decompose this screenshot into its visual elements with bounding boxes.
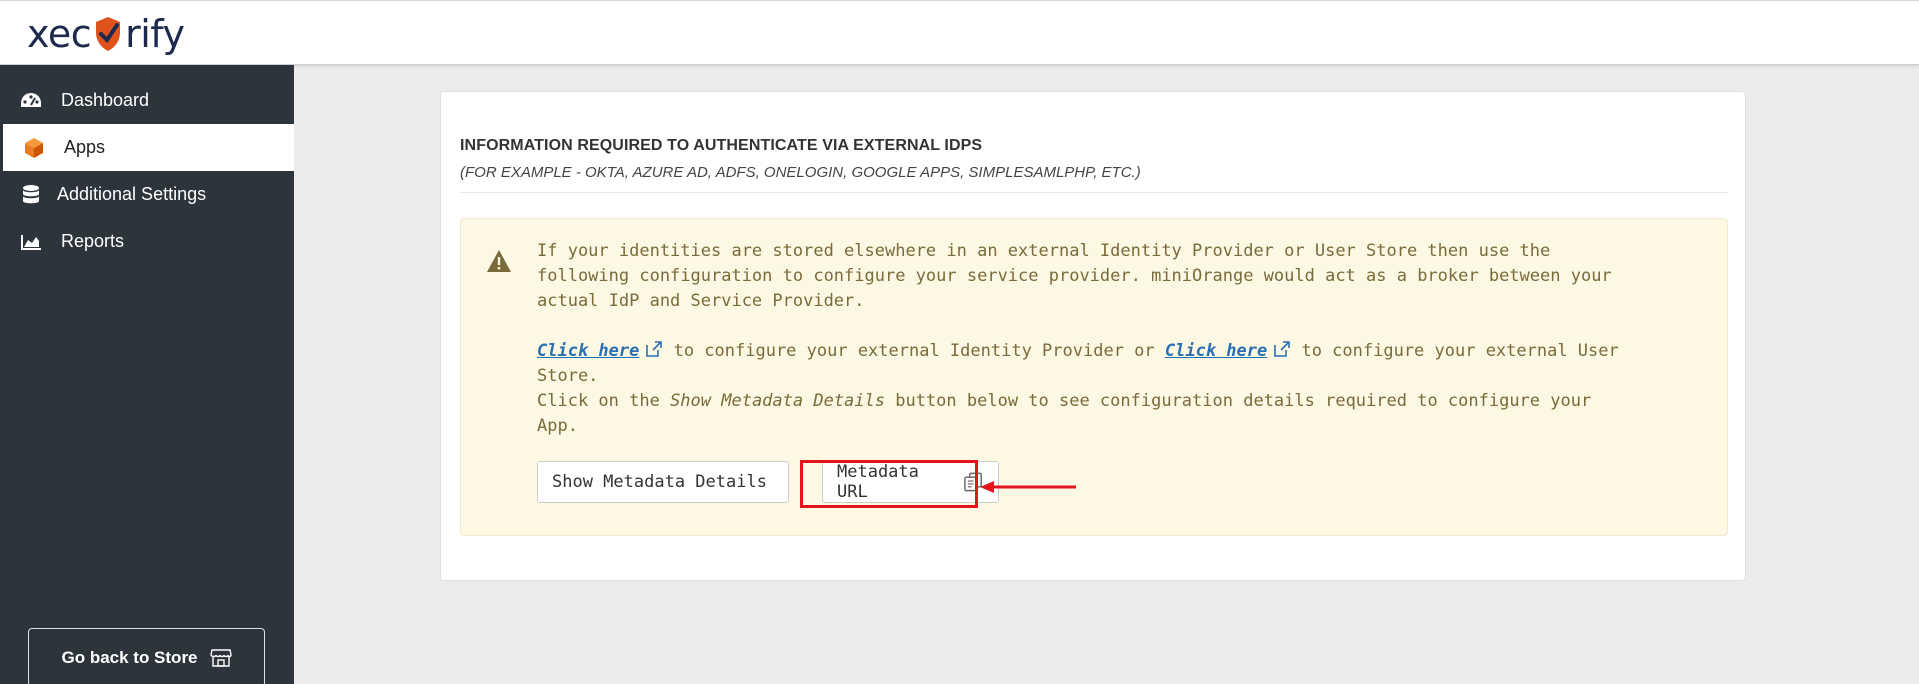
show-metadata-label: Show Metadata Details (552, 472, 767, 492)
warning-triangle-icon (487, 250, 511, 272)
identity-provider-link[interactable]: Click here (537, 341, 639, 361)
dashboard-gauge-icon (16, 89, 46, 113)
show-metadata-reference: Show Metadata Details (670, 391, 885, 411)
external-link-icon (646, 341, 663, 357)
alert-metadata-paragraph: Click on the Show Metadata Details butto… (537, 389, 1627, 439)
sidebar-item-apps[interactable]: Apps (0, 124, 294, 171)
external-idp-card: INFORMATION REQUIRED TO AUTHENTICATE VIA… (440, 91, 1746, 581)
info-alert: If your identities are stored elsewhere … (460, 218, 1728, 536)
area-chart-icon (16, 230, 46, 254)
alert-line3-pre: Click on the (537, 391, 671, 411)
shield-logo-icon (96, 17, 121, 51)
sidebar-item-label: Additional Settings (57, 184, 207, 204)
database-icon (16, 183, 46, 207)
go-back-to-store-button[interactable]: Go back to Store (28, 628, 265, 684)
section-subheading: (FOR EXAMPLE - OKTA, AZURE AD, ADFS, ONE… (460, 164, 1141, 181)
sidebar-item-dashboard[interactable]: Dashboard (0, 77, 294, 124)
logo-text-right: rify (125, 12, 185, 56)
cube-icon (19, 136, 49, 160)
alert-mid-text: to configure your external Identity Prov… (663, 341, 1165, 361)
logo[interactable]: xec rify (27, 11, 185, 57)
annotation-arrow (980, 481, 1076, 493)
store-button-label: Go back to Store (61, 647, 198, 667)
external-link-icon (1274, 341, 1291, 357)
sidebar-item-label: Apps (64, 137, 106, 157)
logo-text-left: xec (27, 12, 92, 56)
divider (460, 192, 1728, 193)
sidebar-item-additional-settings[interactable]: Additional Settings (0, 171, 294, 218)
alert-text: If your identities are stored elsewhere … (537, 239, 1627, 439)
sidebar-item-reports[interactable]: Reports (0, 218, 294, 265)
top-bar: xec rify (0, 0, 1919, 65)
sidebar: Dashboard Apps Additional Settings Repor… (0, 65, 294, 684)
alert-links-paragraph: Click here to configure your external Id… (537, 339, 1627, 389)
sidebar-item-label: Reports (61, 231, 125, 251)
highlight-box (800, 460, 978, 508)
alert-intro: If your identities are stored elsewhere … (537, 241, 1612, 311)
section-heading: INFORMATION REQUIRED TO AUTHENTICATE VIA… (460, 137, 983, 154)
sidebar-item-label: Dashboard (61, 90, 150, 110)
show-metadata-details-button[interactable]: Show Metadata Details (537, 461, 789, 503)
storefront-icon (209, 648, 232, 667)
user-store-link[interactable]: Click here (1165, 341, 1267, 361)
